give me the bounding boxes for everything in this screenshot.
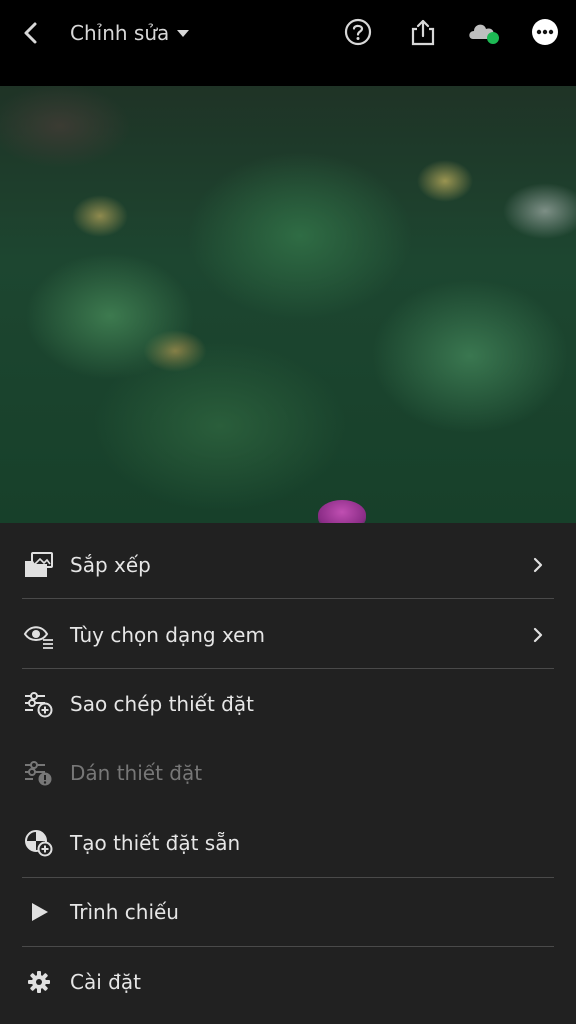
more-button[interactable] (527, 14, 563, 50)
copy-settings-icon (22, 688, 56, 720)
help-button[interactable] (340, 14, 376, 50)
menu-item-create-preset[interactable]: Tạo thiết đặt sẵn (0, 808, 576, 877)
caret-down-icon (177, 29, 190, 37)
edit-mode-dropdown[interactable]: Chỉnh sửa (70, 18, 190, 48)
menu-item-settings[interactable]: Cài đặt (0, 947, 576, 1016)
menu-item-label: Dán thiết đặt (70, 760, 203, 785)
menu-item-label: Sắp xếp (70, 552, 151, 577)
chevron-right-icon (528, 555, 548, 575)
more-icon (532, 19, 558, 45)
create-preset-icon (22, 827, 56, 859)
action-menu: Sắp xếp Tùy chọn dạng xem Sao chép thiết… (0, 523, 576, 1024)
cloud-sync-icon (469, 24, 499, 44)
back-button[interactable] (14, 16, 48, 50)
menu-item-view-options[interactable]: Tùy chọn dạng xem (0, 600, 576, 669)
gear-icon (22, 966, 56, 998)
view-options-icon (22, 619, 56, 651)
paste-settings-icon (22, 757, 56, 789)
menu-item-label: Cài đặt (70, 969, 141, 994)
menu-item-organize[interactable]: Sắp xếp (0, 530, 576, 599)
flower-highlight (318, 500, 366, 523)
menu-item-label: Tạo thiết đặt sẵn (70, 830, 241, 855)
organize-icon (22, 549, 56, 581)
menu-item-label: Trình chiếu (70, 899, 179, 924)
help-icon (344, 18, 372, 46)
menu-item-copy-settings[interactable]: Sao chép thiết đặt (0, 669, 576, 738)
menu-item-slideshow[interactable]: Trình chiếu (0, 877, 576, 946)
divider (22, 598, 554, 599)
share-icon (411, 19, 435, 46)
photo-preview[interactable] (0, 86, 576, 523)
play-icon (22, 896, 56, 928)
cloud-sync-button[interactable] (466, 14, 502, 50)
back-icon (24, 22, 37, 44)
page-title: Chỉnh sửa (70, 21, 170, 45)
menu-item-label: Tùy chọn dạng xem (70, 622, 265, 647)
menu-item-label: Sao chép thiết đặt (70, 691, 254, 716)
menu-item-paste-settings[interactable]: Dán thiết đặt (0, 738, 576, 807)
chevron-right-icon (528, 625, 548, 645)
share-button[interactable] (405, 14, 441, 50)
top-bar: Chỉnh sửa (0, 0, 576, 86)
